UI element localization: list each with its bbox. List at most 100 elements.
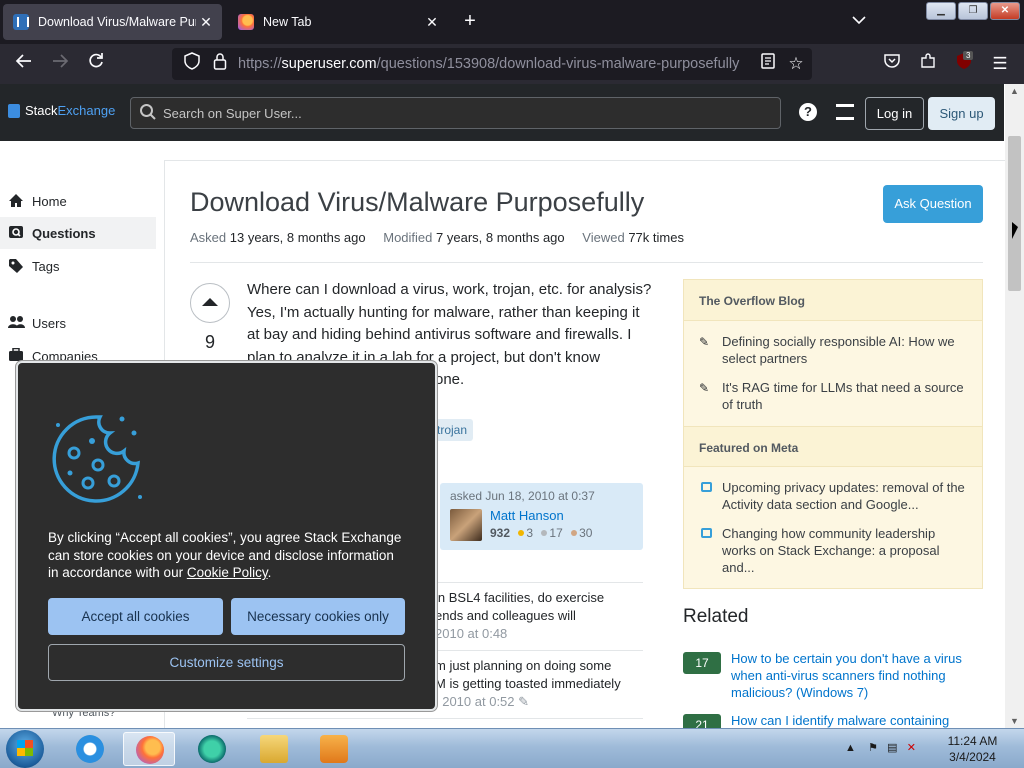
media-taskbar-icon[interactable] (186, 732, 238, 766)
page-scrollbar[interactable]: ▲ ▼ (1005, 84, 1024, 728)
blog-item[interactable]: ✎ It's RAG time for LLMs that need a sour… (699, 379, 969, 413)
accept-all-cookies-button[interactable]: Accept all cookies (48, 598, 223, 635)
taskbar-clock[interactable]: 11:24 AM 3/4/2024 (930, 733, 1015, 765)
question-title[interactable]: Download Virus/Malware Purposefully (190, 187, 644, 218)
cookie-policy-link[interactable]: Cookie Policy (187, 565, 268, 580)
help-icon[interactable]: ? (799, 103, 817, 121)
lock-icon[interactable] (208, 52, 232, 76)
scroll-thumb[interactable] (1008, 136, 1021, 291)
window-controls: ▁ ❐ ✕ (926, 2, 1020, 20)
tab-close-icon[interactable]: ✕ (422, 14, 442, 31)
gold-badge-icon (518, 530, 525, 536)
tab-close-icon[interactable]: ✕ (196, 14, 216, 31)
new-tab-plus-icon[interactable]: + (458, 10, 482, 34)
forward-arrow-icon[interactable] (48, 52, 72, 76)
customize-settings-button[interactable]: Customize settings (48, 644, 405, 681)
comment-divider (247, 718, 643, 719)
address-bar[interactable]: https://superuser.com/questions/153908/d… (172, 48, 812, 80)
windows-taskbar: ▲ ⚑ ▤ ✕ 11:24 AM 3/4/2024 (0, 728, 1024, 768)
sidebar-item-questions[interactable]: Questions (0, 217, 156, 249)
users-icon (8, 315, 25, 331)
firefox-favicon-icon (238, 14, 254, 30)
pencil-icon: ✎ (699, 335, 710, 349)
avatar[interactable] (450, 509, 482, 541)
log-in-button[interactable]: Log in (865, 97, 924, 130)
restore-icon[interactable]: ❐ (958, 2, 988, 20)
meta-item[interactable]: Changing how community leadership works … (699, 525, 969, 576)
silver-badge-icon (541, 530, 548, 536)
url-text: https://superuser.com/questions/153908/d… (238, 56, 740, 72)
scroll-up-arrow-icon[interactable]: ▲ (1005, 86, 1024, 96)
user-name-link[interactable]: Matt Hanson (490, 508, 564, 523)
tab-title: Download Virus/Malware Purpo (38, 15, 196, 29)
questions-icon (8, 225, 24, 241)
search-icon (139, 103, 157, 126)
list-all-tabs-chevron-icon[interactable] (852, 12, 866, 28)
cookie-text: By clicking “Accept all cookies”, you ag… (48, 530, 402, 580)
browser-nav-bar: https://superuser.com/questions/153908/d… (0, 44, 1024, 84)
site-search-input[interactable]: Search on Super User... (130, 97, 781, 129)
bookmark-star-icon[interactable]: ☆ (784, 52, 808, 76)
internet-explorer-taskbar-icon[interactable] (64, 732, 116, 766)
necessary-cookies-button[interactable]: Necessary cookies only (231, 598, 405, 635)
meta-heading: Featured on Meta (684, 426, 982, 467)
cookie-consent-dialog: By clicking “Accept all cookies”, you ag… (16, 361, 437, 711)
window-close-icon[interactable]: ✕ (990, 2, 1020, 20)
browser-tab-new[interactable]: New Tab ✕ (228, 4, 448, 40)
show-hidden-icons-icon[interactable]: ▲ (845, 742, 856, 754)
user-reputation: 932 3 17 30 (490, 526, 593, 540)
stackexchange-logo-icon (8, 103, 20, 118)
meta-item[interactable]: Upcoming privacy updates: removal of the… (699, 479, 969, 513)
site-topbar: StackExchange Search on Super User... ? … (0, 84, 1004, 141)
pencil-icon: ✎ (699, 381, 710, 395)
pocket-icon[interactable] (880, 52, 904, 76)
sidebar-item-home[interactable]: Home (8, 185, 164, 217)
start-button[interactable] (6, 730, 44, 768)
asker-card: asked Jun 18, 2010 at 0:37 Matt Hanson 9… (440, 483, 643, 550)
edit-pencil-icon: ✎ (518, 694, 530, 709)
tab-title: New Tab (263, 15, 312, 29)
reader-view-icon[interactable] (756, 52, 780, 76)
reload-icon[interactable] (84, 52, 108, 76)
related-heading: Related (683, 606, 749, 627)
upvote-button[interactable] (190, 283, 230, 323)
system-tray: ▲ ⚑ ▤ ✕ (845, 741, 916, 754)
sidebar-item-tags[interactable]: Tags (8, 250, 164, 282)
tracking-shield-icon[interactable] (180, 52, 204, 76)
question-meta: Asked 13 years, 8 months ago Modified 7 … (190, 230, 684, 245)
sidebar-item-users[interactable]: Users (8, 307, 164, 339)
blog-heading: The Overflow Blog (684, 280, 982, 321)
related-link[interactable]: How to be certain you don't have a virus… (731, 650, 983, 701)
ask-question-button[interactable]: Ask Question (883, 185, 983, 223)
ublock-badge-count: 3 (963, 51, 974, 60)
blog-item[interactable]: ✎ Defining socially responsible AI: How w… (699, 333, 969, 367)
file-explorer-taskbar-icon[interactable] (248, 732, 300, 766)
site-switcher-icon[interactable] (836, 104, 854, 120)
sign-up-button[interactable]: Sign up (928, 97, 995, 130)
blog-meta-widget: The Overflow Blog ✎ Defining socially res… (683, 279, 983, 589)
action-center-flag-icon[interactable]: ⚑ (868, 742, 878, 754)
firefox-taskbar-icon[interactable] (123, 732, 175, 766)
related-link[interactable]: How can I identify malware containing (731, 712, 983, 729)
volume-muted-icon[interactable]: ✕ (907, 742, 916, 754)
browser-tab-active[interactable]: Download Virus/Malware Purpo ✕ (3, 4, 222, 40)
tag-trojan[interactable]: trojan (431, 419, 474, 441)
minimize-icon[interactable]: ▁ (926, 2, 956, 20)
stackexchange-favicon-icon (13, 14, 29, 30)
vote-count: 9 (204, 332, 215, 352)
chat-bubble-icon (701, 528, 712, 538)
app-menu-hamburger-icon[interactable]: ☰ (988, 52, 1012, 76)
browser-tab-bar: Download Virus/Malware Purpo ✕ New Tab ✕… (0, 0, 1024, 44)
stackexchange-logo[interactable]: StackExchange (8, 103, 115, 118)
divider (190, 262, 983, 263)
chat-bubble-icon (701, 482, 712, 492)
media-player-taskbar-icon[interactable] (308, 732, 360, 766)
back-arrow-icon[interactable] (12, 52, 36, 76)
network-icon[interactable]: ▤ (887, 742, 897, 754)
comment-item: m just planning on doing some M is getti… (435, 658, 621, 709)
extensions-puzzle-icon[interactable] (916, 52, 940, 76)
scroll-down-arrow-icon[interactable]: ▼ (1005, 716, 1024, 726)
comment-item: in BSL4 facilities, do exercise ends and… (435, 590, 605, 641)
mouse-cursor-icon (1012, 222, 1018, 239)
cookie-icon (48, 411, 144, 510)
